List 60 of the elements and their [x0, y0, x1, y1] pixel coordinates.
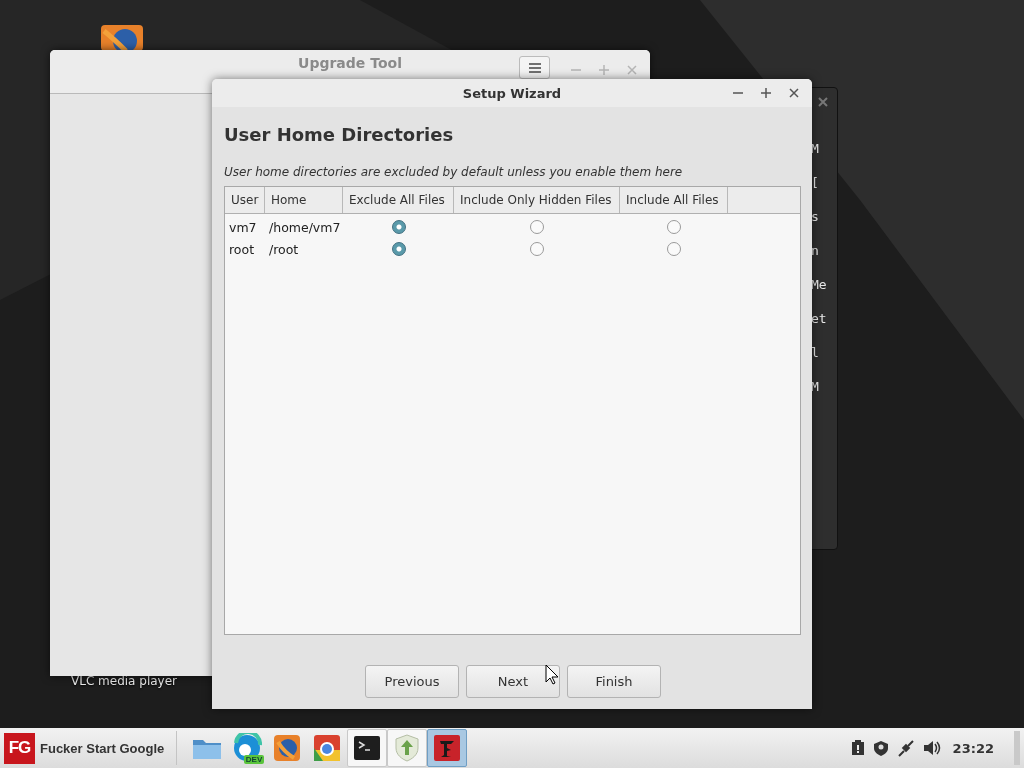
network-cable-icon[interactable]: [896, 739, 915, 757]
clock[interactable]: 23:22: [952, 740, 994, 756]
clipboard-alert-icon[interactable]: [850, 740, 865, 756]
terminal-text: [: [811, 174, 820, 192]
launcher-badge: DEV: [243, 755, 265, 764]
terminal-text: l: [811, 344, 820, 362]
radio-button[interactable]: [667, 242, 681, 256]
shield-icon[interactable]: [872, 740, 889, 756]
browser-icon: [232, 733, 263, 763]
maximize-button[interactable]: [758, 85, 774, 101]
taskbar-launcher[interactable]: [427, 729, 468, 767]
column-header[interactable]: Include Only Hidden Files: [454, 187, 620, 213]
column-header[interactable]: User: [225, 187, 265, 213]
table-cell-text: vm7: [228, 219, 258, 235]
column-header[interactable]: Home: [265, 187, 343, 213]
radio-button[interactable]: [530, 220, 544, 234]
table-cell-text: /root: [268, 241, 300, 257]
table-cell-text: /home/vm7: [268, 219, 342, 235]
close-icon: [818, 97, 828, 107]
firefox-icon[interactable]: [101, 25, 143, 51]
wizard-button[interactable]: Next: [466, 665, 560, 698]
terminal-text: et: [811, 310, 828, 328]
terminal-text: n: [811, 242, 820, 260]
start-logo: FG: [4, 732, 35, 764]
shield-arrow-icon: [394, 734, 421, 762]
menu-button[interactable]: [519, 56, 550, 79]
terminal-icon: [354, 736, 381, 760]
desktop-icon-label[interactable]: VLC media player: [71, 674, 177, 688]
window-title: Setup Wizard: [462, 85, 562, 101]
page-heading: User Home Directories: [224, 124, 455, 145]
plus-icon: [598, 64, 610, 76]
window-title: Upgrade Tool: [298, 55, 402, 71]
taskbar-handle[interactable]: [1014, 731, 1020, 765]
start-button[interactable]: FG Fucker Start Google: [0, 728, 173, 768]
wizard-button[interactable]: Previous: [365, 665, 459, 698]
plus-icon: [760, 87, 772, 99]
table-cell-text: root: [228, 241, 256, 257]
volume-icon[interactable]: [922, 740, 941, 756]
radio-button[interactable]: [667, 220, 681, 234]
chrome-icon: [313, 734, 342, 762]
radio-button[interactable]: [391, 242, 406, 256]
mouse-pointer-icon: [545, 664, 559, 685]
column-header[interactable]: Include All Files: [620, 187, 728, 213]
firefox-icon: [273, 734, 302, 762]
terminal-text: M: [811, 140, 820, 158]
taskbar-launcher[interactable]: DEV: [227, 729, 268, 767]
terminal-text: s: [811, 208, 820, 226]
close-icon: [626, 64, 638, 76]
taskbar-launcher[interactable]: [347, 729, 388, 767]
wizard-button[interactable]: Finish: [567, 665, 661, 698]
column-header[interactable]: Exclude All Files: [343, 187, 454, 213]
close-icon: [788, 87, 800, 99]
terminal-text: Me: [811, 276, 828, 294]
start-label: Fucker Start Google: [40, 740, 165, 756]
radio-button[interactable]: [391, 220, 406, 234]
app-icon: [433, 734, 462, 762]
description-text: User home directories are excluded by default unless you enable them here: [224, 165, 684, 179]
radio-button[interactable]: [530, 242, 544, 256]
terminal-text: M: [811, 378, 820, 396]
menu-icon: [528, 62, 541, 73]
